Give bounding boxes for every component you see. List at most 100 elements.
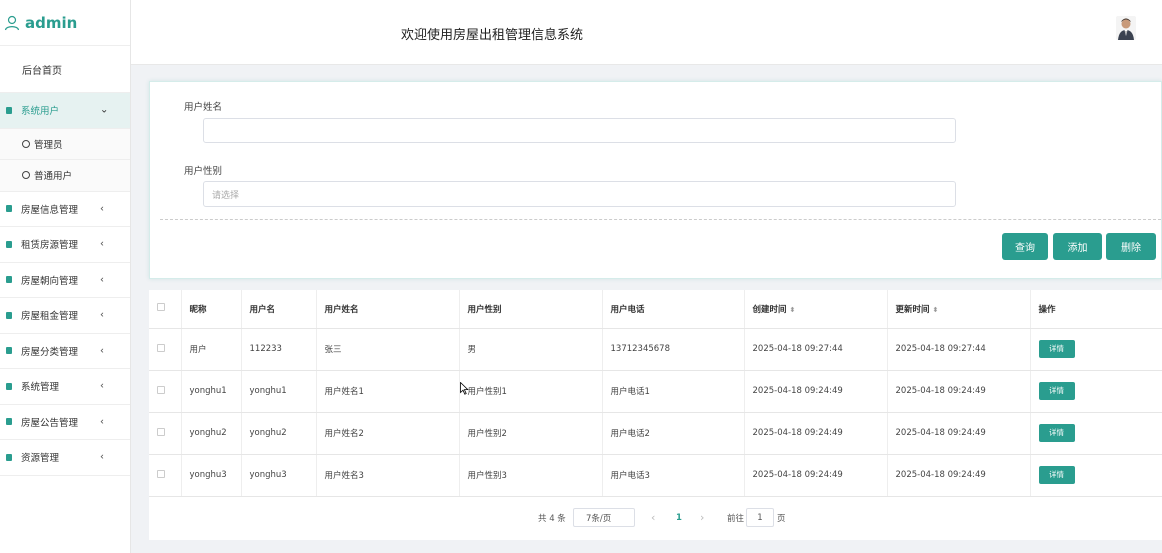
row-checkbox[interactable] [157,385,165,394]
next-page-button[interactable]: › [700,508,704,527]
query-button[interactable]: 查询 [1002,233,1048,260]
header: 欢迎使用房屋出租管理信息系统 [131,0,1162,65]
column-header-created[interactable]: 创建时间 ⬍ [744,290,888,329]
sidebar-item-rental-listing[interactable]: 租赁房源管理 ‹ [0,227,130,263]
goto-label: 前往 [727,513,745,524]
sidebar-item-label: 租赁房源管理 [21,240,79,252]
table-cell: 用户电话3 [602,454,745,497]
sidebar-item-notice[interactable]: 房屋公告管理 ‹ [0,405,130,440]
column-header-updated[interactable]: 更新时间 ⬍ [887,290,1031,329]
gender-select[interactable]: 请选择 [203,181,956,207]
table-cell: 用户姓名3 [316,454,460,497]
sidebar-item-label: 系统用户 [21,106,60,118]
table-cell: 用户 [181,328,242,371]
column-header-label: 更新时间 [895,304,930,315]
document-icon [6,382,12,390]
table-cell: 2025-04-18 09:24:49 [887,370,1031,413]
gender-label: 用户性别 [184,166,223,177]
sidebar-item-rent[interactable]: 房屋租金管理 ‹ [0,298,130,334]
row-checkbox[interactable] [157,343,165,352]
clock-icon [22,139,30,148]
sidebar-item-category[interactable]: 房屋分类管理 ‹ [0,334,130,369]
document-icon [6,205,12,213]
table-cell: 2025-04-18 09:24:49 [744,454,888,497]
sidebar-item-home[interactable]: 后台首页 [0,46,130,93]
mouse-cursor-icon [460,382,469,395]
column-header: 操作 [1030,290,1162,329]
table-row: 用户 112233 张三 男 13712345678 2025-04-18 09… [149,328,1162,371]
chevron-left-icon: ‹ [100,345,104,357]
sidebar: admin 后台首页 系统用户 ⌄ 管理员 普通用户 房屋信息管理 ‹ 租赁房源… [0,0,131,553]
divider [160,219,1161,220]
detail-button[interactable]: 详情 [1038,382,1075,400]
table-cell: yonghu2 [181,412,242,455]
table-cell: yonghu1 [181,370,242,413]
page-unit-label: 页 [777,513,786,524]
sidebar-subitem-label: 管理员 [34,139,63,151]
table-cell: 用户姓名1 [316,370,460,413]
prev-page-button[interactable]: ‹ [651,508,655,527]
table-cell: 2025-04-18 09:27:44 [887,328,1031,371]
goto-page-input[interactable]: 1 [746,508,774,527]
chevron-left-icon: ‹ [100,274,104,286]
column-header: 用户名 [241,290,317,329]
page-size-select[interactable]: 7条/页 [573,508,635,527]
sidebar-subitem-admin[interactable]: 管理员 [0,128,130,160]
row-checkbox[interactable] [157,427,165,436]
sidebar-item-resource[interactable]: 资源管理 ‹ [0,440,130,476]
select-all-checkbox[interactable] [157,303,165,312]
current-page[interactable]: 1 [676,508,682,527]
sidebar-item-label: 房屋分类管理 [21,346,79,358]
brand-text: admin [25,13,78,32]
sidebar-item-label: 房屋朝向管理 [21,275,79,287]
column-header: 昵称 [181,290,242,329]
table-cell: 用户电话1 [602,370,745,413]
detail-button[interactable]: 详情 [1038,424,1075,442]
row-select-cell[interactable] [149,370,182,413]
select-all-cell[interactable] [149,290,182,329]
chevron-left-icon: ‹ [100,203,104,215]
table-cell: 2025-04-18 09:24:49 [887,412,1031,455]
avatar[interactable] [1116,16,1136,40]
document-icon [6,106,12,114]
detail-button[interactable]: 详情 [1038,466,1075,484]
table-cell: 用户姓名2 [316,412,460,455]
row-checkbox[interactable] [157,469,165,478]
detail-button[interactable]: 详情 [1038,340,1075,358]
table-cell: 2025-04-18 09:27:44 [744,328,888,371]
chevron-left-icon: ‹ [100,309,104,321]
table-cell: yonghu3 [241,454,317,497]
row-select-cell[interactable] [149,328,182,371]
add-button[interactable]: 添加 [1053,233,1102,260]
row-select-cell[interactable] [149,412,182,455]
action-cell: 详情 [1030,328,1162,371]
search-panel: 用户姓名 用户性别 请选择 查询 添加 删除 [149,81,1162,279]
sort-icon[interactable]: ⬍ [790,306,796,314]
sidebar-item-label: 房屋租金管理 [21,311,79,323]
action-cell: 详情 [1030,412,1162,455]
name-input[interactable] [203,118,956,143]
name-label: 用户姓名 [184,102,223,113]
sidebar-subitem-normal-user[interactable]: 普通用户 [0,160,130,192]
column-header: 用户性别 [459,290,603,329]
sidebar-item-house-info[interactable]: 房屋信息管理 ‹ [0,192,130,227]
sidebar-item-orientation[interactable]: 房屋朝向管理 ‹ [0,263,130,298]
table-cell: 用户性别2 [459,412,603,455]
sidebar-item-label: 资源管理 [21,453,60,465]
table-cell: yonghu2 [241,412,317,455]
table-header-row: 昵称 用户名 用户姓名 用户性别 用户电话 创建时间 ⬍ 更新时间 ⬍ 操作 [149,290,1162,329]
pagination-total: 共 4 条 [538,513,566,524]
sort-icon[interactable]: ⬍ [933,306,939,314]
chevron-down-icon: ⌄ [100,104,109,116]
table-cell: 2025-04-18 09:24:49 [744,370,888,413]
sidebar-item-system-users[interactable]: 系统用户 ⌄ [0,93,130,129]
chevron-left-icon: ‹ [100,380,104,392]
action-cell: 详情 [1030,454,1162,497]
delete-button[interactable]: 删除 [1106,233,1156,260]
row-select-cell[interactable] [149,454,182,497]
avatar-image [1116,16,1136,40]
table-cell: 112233 [241,328,317,371]
document-icon [6,453,12,461]
table-cell: 用户电话2 [602,412,745,455]
sidebar-item-system[interactable]: 系统管理 ‹ [0,369,130,405]
